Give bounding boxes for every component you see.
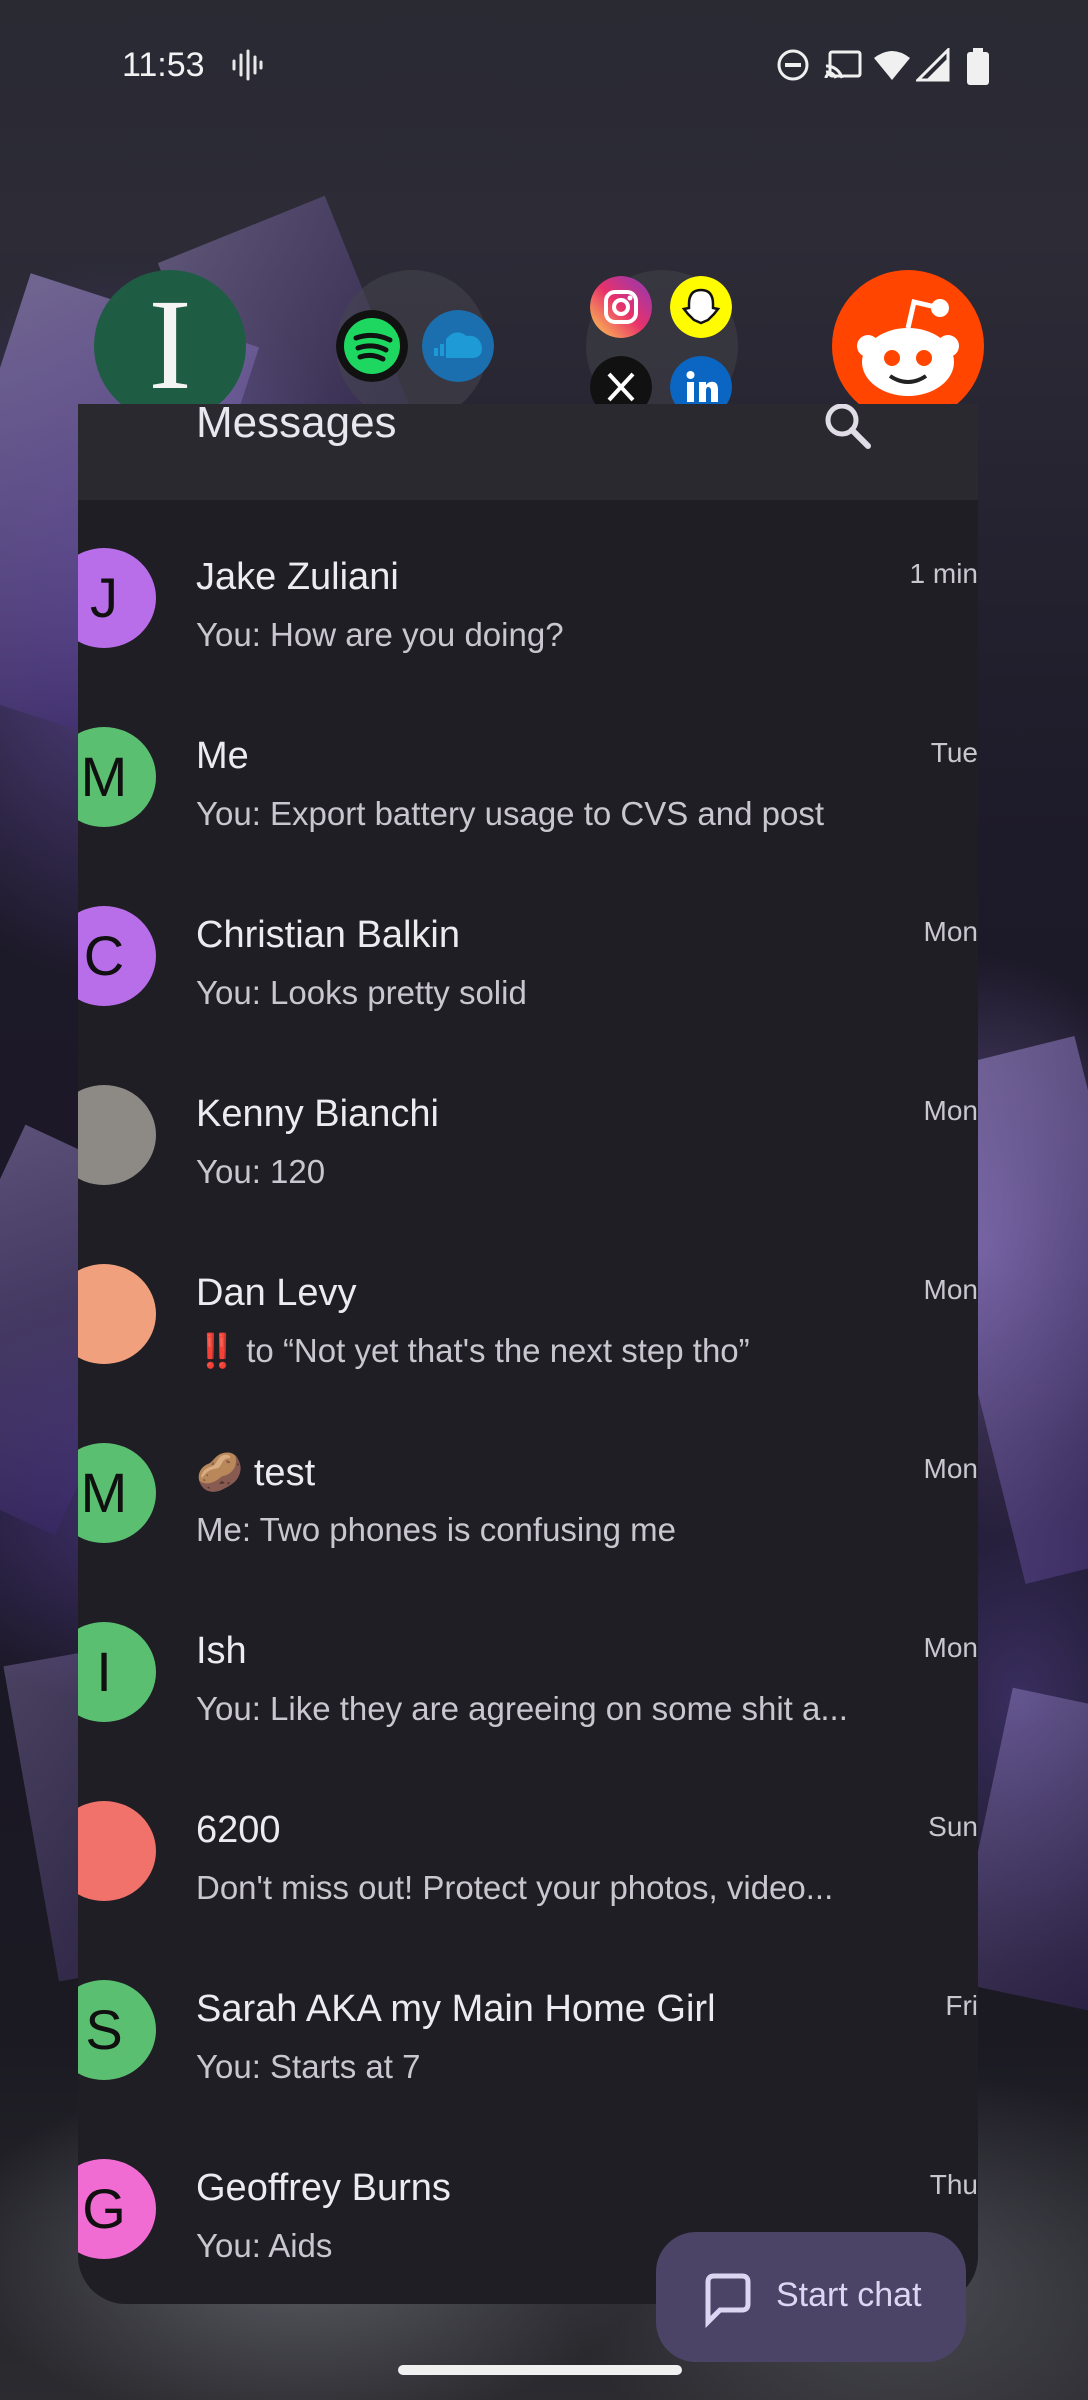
conversation-time: Mon: [923, 916, 978, 947]
conversation-snippet: You: Export battery usage to CVS and pos…: [196, 795, 825, 832]
conversation-name: 6200: [196, 1809, 281, 1851]
app-bubble-music[interactable]: [336, 270, 494, 422]
conversation-name: Sarah AKA my Main Home Girl: [196, 1988, 716, 2030]
app-bubble-reddit[interactable]: [832, 270, 984, 422]
conversation-snippet: You: How are you doing?: [196, 616, 564, 653]
conversation-row[interactable]: Dan Levy ‼️ to “Not yet that's the next s…: [78, 1216, 978, 1395]
avatar: G: [78, 2159, 156, 2259]
wifi-icon: [874, 51, 910, 80]
conversation-time: Mon: [923, 1453, 978, 1484]
conversation-name: Jake Zuliani: [196, 556, 399, 598]
avatar: [78, 1085, 156, 1185]
app-bubble-i[interactable]: I: [94, 270, 246, 422]
conversation-snippet: You: Looks pretty solid: [196, 974, 527, 1011]
avatar: J: [78, 548, 156, 648]
start-chat-button[interactable]: Start chat: [656, 2232, 966, 2362]
status-time: 11:53: [122, 46, 205, 84]
conversation-time: Mon: [923, 1632, 978, 1663]
avatar: S: [78, 1980, 156, 2080]
instagram-icon: [590, 276, 652, 338]
conversation-time: Sun: [928, 1811, 978, 1842]
conversation-snippet: You: Starts at 7: [196, 2048, 421, 2085]
conversation-snippet: Me: Two phones is confusing me: [196, 1511, 676, 1548]
avatar: I: [78, 1622, 156, 1722]
navigation-handle[interactable]: [398, 2365, 682, 2375]
conversation-row[interactable]: M Me You: Export battery usage to CVS and …: [78, 679, 978, 858]
conversation-time: Mon: [923, 1274, 978, 1305]
conversation-name: Me: [196, 735, 249, 777]
snapchat-icon: [670, 276, 732, 338]
conversation-name: Dan Levy: [196, 1272, 357, 1314]
do-not-disturb-icon: [777, 49, 809, 81]
conversation-time: Tue: [930, 737, 978, 768]
search-icon[interactable]: [820, 404, 876, 454]
sound-wave-icon: [232, 49, 263, 81]
conversation-time: 1 min: [909, 558, 978, 589]
chat-bubble-icon: [705, 2273, 751, 2328]
conversation-row[interactable]: I Ish You: Like they are agreeing on some …: [78, 1574, 978, 1753]
reddit-icon: [857, 299, 959, 396]
conversation-name: Kenny Bianchi: [196, 1093, 439, 1135]
soundcloud-icon: [422, 310, 494, 382]
status-bar: 11:53: [0, 0, 1088, 135]
bubble-letter: I: [148, 273, 192, 417]
conversation-name: Christian Balkin: [196, 914, 460, 956]
conversation-snippet: You: 120: [196, 1153, 326, 1190]
cell-signal-icon: [916, 48, 950, 82]
conversation-snippet: ‼️ to “Not yet that's the next step tho”: [196, 1332, 750, 1369]
avatar: M: [78, 1443, 156, 1543]
messages-header: Messages: [78, 404, 978, 500]
conversation-name: Ish: [196, 1630, 247, 1672]
app-bubble-social[interactable]: [586, 270, 738, 422]
conversation-name: 🥔 test: [196, 1452, 316, 1494]
conversation-name: Geoffrey Burns: [196, 2167, 451, 2209]
conversation-time: Fri: [945, 1990, 978, 2021]
battery-icon: [967, 48, 989, 85]
conversation-row[interactable]: C Christian Balkin You: Looks pretty solid…: [78, 858, 978, 1037]
conversation-time: Thu: [929, 2169, 978, 2200]
conversation-time: Mon: [923, 1095, 978, 1126]
messages-window[interactable]: Messages J Jake Zuliani You: How are you d…: [78, 404, 978, 2304]
conversation-row[interactable]: M 🥔 test Me: Two phones is confusing me Mon: [78, 1395, 978, 1574]
conversation-row[interactable]: Kenny Bianchi You: 120 Mon: [78, 1037, 978, 1216]
spotify-icon: [336, 310, 408, 382]
page-title: Messages: [196, 404, 397, 447]
avatar: [78, 1801, 156, 1901]
avatar: [78, 1264, 156, 1364]
avatar: C: [78, 906, 156, 1006]
conversation-row[interactable]: S Sarah AKA my Main Home Girl You: Starts …: [78, 1932, 978, 2111]
conversation-snippet: You: Like they are agreeing on some shit…: [196, 1690, 848, 1727]
avatar: M: [78, 727, 156, 827]
conversation-snippet: Don't miss out! Protect your photos, vid…: [196, 1869, 834, 1906]
start-chat-label: Start chat: [776, 2276, 922, 2314]
cast-icon: [824, 50, 862, 79]
conversation-row[interactable]: J Jake Zuliani You: How are you doing? 1 mi…: [78, 500, 978, 679]
conversation-row[interactable]: 6200 Don't miss out! Protect your photos,…: [78, 1753, 978, 1932]
